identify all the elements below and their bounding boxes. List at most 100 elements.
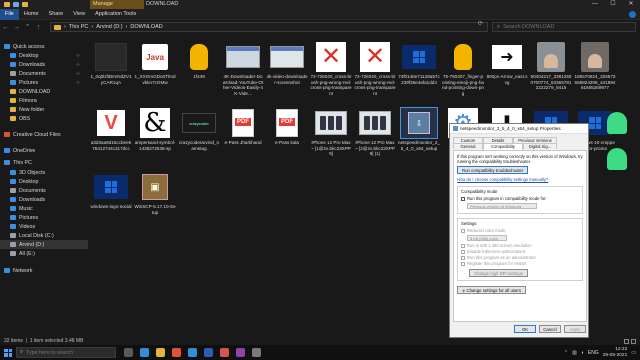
close-button[interactable]: ✕ bbox=[622, 0, 640, 9]
change-dpi-button[interactable]: Change high DPI settings bbox=[469, 269, 528, 277]
refresh-icon[interactable]: ⟳ bbox=[478, 20, 483, 27]
tab-digital-signatures[interactable]: Digital Sig... bbox=[523, 143, 557, 149]
file-item-1f449[interactable]: 1f449 bbox=[178, 42, 220, 100]
nav-item-network[interactable]: Network bbox=[0, 266, 32, 275]
nav-item-videos[interactable]: Videos bbox=[0, 222, 35, 231]
edge-icon[interactable] bbox=[140, 348, 149, 357]
apply-button[interactable]: Apply bbox=[564, 325, 586, 333]
search-box[interactable]: ⌕ bbox=[492, 22, 636, 32]
maximize-button[interactable]: ☐ bbox=[604, 0, 622, 9]
change-all-users-button[interactable]: ◈ Change settings for all users bbox=[457, 286, 526, 294]
new-folder-icon[interactable] bbox=[22, 2, 28, 7]
recent-locations-button[interactable]: ⌃ bbox=[22, 23, 33, 31]
tab-file[interactable]: File bbox=[0, 8, 19, 20]
nav-item-downloads[interactable]: Downloads ⊹ bbox=[0, 60, 80, 69]
store-icon[interactable] bbox=[188, 348, 197, 357]
tab-share[interactable]: Share bbox=[44, 9, 69, 20]
nav-item-all-e[interactable]: All (E:) bbox=[0, 249, 35, 258]
taskbar-search[interactable]: ⌕ bbox=[16, 347, 116, 358]
nav-item-onedrive[interactable]: OneDrive bbox=[0, 146, 35, 155]
chrome-icon[interactable] bbox=[172, 348, 181, 357]
run-troubleshooter-button[interactable]: Run compatibility troubleshooter bbox=[457, 166, 529, 174]
language-indicator[interactable]: ENG bbox=[588, 350, 599, 356]
nav-item-downloads[interactable]: Downloads bbox=[0, 195, 45, 204]
file-item-ampersand-symbol-1438272538-sp[interactable]: & ampersand-symbol-1438272538-sp bbox=[134, 108, 176, 166]
details-view-icon[interactable] bbox=[624, 339, 629, 344]
nav-item-filmora[interactable]: Filmora bbox=[0, 96, 37, 105]
file-item-iphone-12-pro-max-1-2x-bkc23xpp9[interactable]: iPhone 12 Pro Max ~ [1@2x.bkc23XPP9] bbox=[310, 108, 352, 166]
breadcrumb-drive[interactable]: Arvind (D:) bbox=[96, 24, 122, 30]
tab-home[interactable]: Home bbox=[19, 9, 44, 20]
file-explorer-icon[interactable] bbox=[156, 348, 165, 357]
tab-application-tools[interactable]: Application Tools bbox=[90, 9, 141, 20]
reduced-color-checkbox[interactable]: Reduced color mode bbox=[461, 228, 579, 234]
color-mode-select[interactable]: 8-bit (256) color bbox=[467, 235, 507, 241]
register-restart-checkbox[interactable]: Register this program for restart bbox=[461, 261, 579, 267]
file-item-a3d3aa9d15ccbee576412744c317dcc[interactable]: Va3d3aa9d15ccbee576412744c317dcc bbox=[90, 108, 132, 166]
tab-view[interactable]: View bbox=[68, 9, 90, 20]
file-item-4k-video-downloader-screenshot[interactable]: 4k-video-downloader-screenshot bbox=[266, 42, 308, 100]
nav-item-pictures[interactable]: Pictures ⊹ bbox=[0, 78, 80, 87]
nav-item-obs[interactable]: OBS bbox=[0, 114, 30, 123]
nav-item-desktop[interactable]: Desktop ⊹ bbox=[0, 51, 80, 60]
file-item-800px-arrow-east-svg[interactable]: ➜ 800px-Arrow_east.svg bbox=[486, 42, 528, 100]
file-item-windows-logo-social[interactable]: windows-logo-social bbox=[90, 172, 132, 230]
large-icons-view-icon[interactable] bbox=[631, 339, 636, 344]
task-view-icon[interactable] bbox=[124, 348, 133, 357]
clock[interactable]: 12:22 29-05-2021 bbox=[603, 347, 628, 358]
start-button[interactable] bbox=[0, 345, 16, 360]
file-item-74f0148e71128a57c239f35e4afa1dd4[interactable]: 74f0148e71128a57c239f35e4afa1dd4 bbox=[398, 42, 440, 100]
address-bar[interactable]: › This PC › Arvind (D:) › DOWNLOAD bbox=[50, 22, 488, 32]
compatibility-mode-checkbox[interactable]: Run this program in compatibility mode f… bbox=[461, 196, 579, 202]
properties-icon[interactable] bbox=[13, 2, 19, 7]
up-button[interactable]: ↑ bbox=[33, 24, 44, 31]
file-item-partial[interactable] bbox=[596, 108, 638, 140]
media-icon[interactable] bbox=[220, 348, 229, 357]
settings-icon[interactable] bbox=[252, 348, 261, 357]
nav-item-quick-access[interactable]: Quick access bbox=[0, 42, 45, 51]
word-icon[interactable] bbox=[204, 348, 213, 357]
ok-button[interactable]: OK bbox=[514, 325, 536, 333]
nav-item-local-disk-c[interactable]: Local Disk (C:) bbox=[0, 231, 54, 240]
forward-button[interactable]: → bbox=[11, 24, 22, 31]
file-item-1-xxomgdorttlmdvbkn7cgmw[interactable]: Java 1_XXOmGDortTlmdvbkn7cGMw bbox=[134, 42, 176, 100]
file-item-netspeedmonitor-2-5-4-0-x64-setup[interactable]: ⇩ netspeedmonitor_2_5_4_0_x64_setup bbox=[398, 107, 440, 166]
file-item-72-726040-cross-brush-png-wrong-red-cros[interactable]: ✕ 72-726040_cross-brush-png-wrong-red-cro… bbox=[354, 42, 396, 100]
file-item-partial[interactable] bbox=[596, 144, 638, 176]
nav-item-pictures[interactable]: Pictures bbox=[0, 213, 38, 222]
minimize-button[interactable]: — bbox=[586, 0, 604, 9]
tab-general[interactable]: General bbox=[453, 143, 483, 149]
file-item-crazycoderarvind-nametag[interactable]: crazycoder crazycoderarvind_nametag bbox=[178, 108, 220, 166]
nav-item-desktop[interactable]: Desktop bbox=[0, 177, 38, 186]
file-item-50404217-3381250070077-4-633657812222279[interactable]: 50404217_3381250070077​4_633657812222279… bbox=[530, 42, 572, 100]
breadcrumb-download[interactable]: DOWNLOAD bbox=[130, 24, 162, 30]
back-button[interactable]: ← bbox=[0, 24, 11, 31]
nav-item-download[interactable]: DOWNLOAD bbox=[0, 87, 50, 96]
chevron-up-icon[interactable]: ⌃ bbox=[564, 350, 568, 356]
network-icon[interactable]: ▥ bbox=[572, 350, 577, 356]
nav-item-3d-objects[interactable]: 3D Objects bbox=[0, 168, 45, 177]
volume-icon[interactable]: ◖ bbox=[581, 350, 584, 356]
file-item-iphone-12-pro-max-2-2x-bkc23xpp9-1[interactable]: iPhone 12 Pro Max ~ [2@2x.bkc23XPP9] (1) bbox=[354, 108, 396, 166]
compatibility-mode-select[interactable]: Previous version of Windows bbox=[467, 203, 537, 209]
manual-settings-link[interactable]: How do I choose compatibility settings m… bbox=[457, 177, 548, 182]
file-item-4k-downloader-download-youtube-other-vid[interactable]: 4K-Downloader-Download-YouTube-Other-Vid… bbox=[222, 42, 264, 100]
tab-compatibility[interactable]: Compatibility bbox=[483, 143, 523, 150]
file-item-1-0q0lzfdemndzv1ycar1qa[interactable]: 1_0q0lzfdEmNdZV1yCAR1qA bbox=[90, 42, 132, 100]
file-item-72-726040-cross-brush-png-wrong-red-cros[interactable]: ✕ 72-726040_cross-brush-png-wrong-red-cro… bbox=[310, 42, 352, 100]
nav-item-new-folder[interactable]: New folder bbox=[0, 105, 44, 114]
photos-icon[interactable] bbox=[236, 348, 245, 357]
nav-item-creative-cloud-files[interactable]: Creative Cloud Files bbox=[0, 130, 61, 139]
file-item-75-750407-finger-pointing-emoji-png-hand[interactable]: 75-750407_finger-pointing-emoji-png-hand… bbox=[442, 42, 484, 100]
file-item-186570624-326573558824298-44188461665269[interactable]: 186570624_326573558824298_44188461665269… bbox=[574, 42, 616, 100]
nav-item-this-pc[interactable]: This PC bbox=[0, 158, 32, 167]
notifications-icon[interactable]: ▭ bbox=[631, 350, 636, 356]
file-item-winscp-5-17-10-setup[interactable]: ▣ WinSCP-5.17.10-Setup bbox=[134, 172, 176, 230]
nav-item-music[interactable]: Music bbox=[0, 204, 33, 213]
folder-icon[interactable] bbox=[4, 2, 10, 7]
file-item-e-pass-kala[interactable]: PDF e-Pass kala bbox=[266, 108, 308, 166]
help-icon[interactable] bbox=[629, 11, 636, 18]
search-input[interactable] bbox=[503, 24, 624, 30]
breadcrumb-this-pc[interactable]: This PC bbox=[69, 24, 89, 30]
cancel-button[interactable]: Cancel bbox=[539, 325, 561, 333]
